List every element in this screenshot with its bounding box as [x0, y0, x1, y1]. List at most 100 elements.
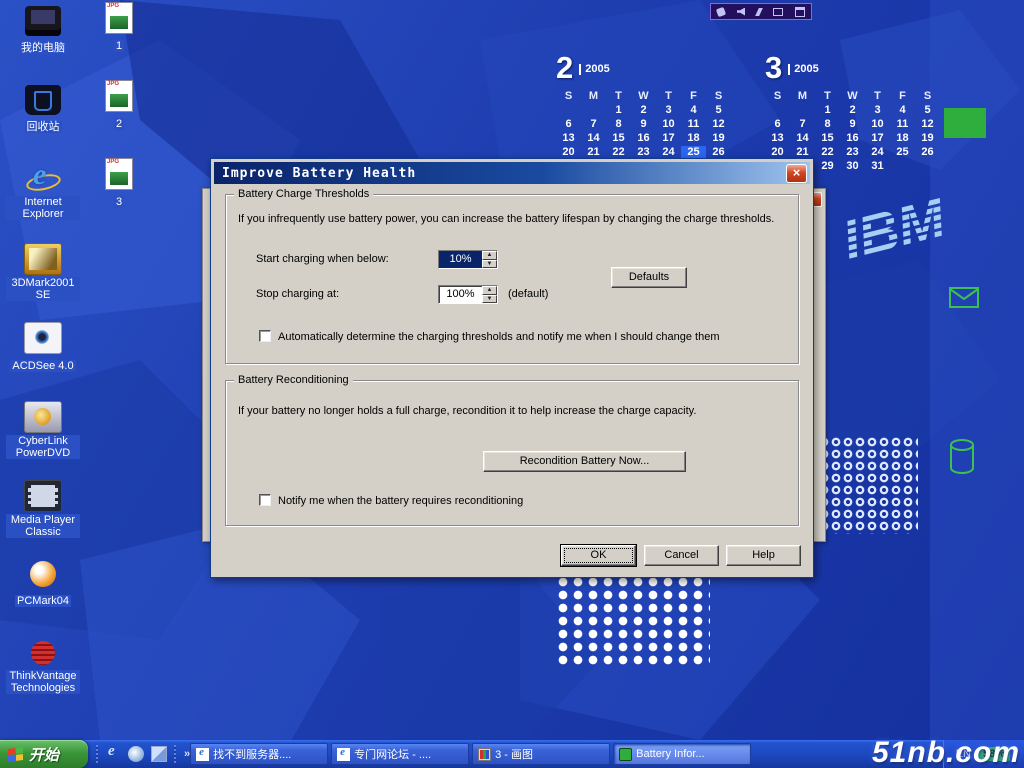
pcmark04-icon [25, 559, 61, 589]
calendar-day-header: T [656, 90, 681, 103]
desktop-icon-pcmark04[interactable]: PCMark04 [6, 559, 80, 638]
calendar-date: 17 [656, 132, 681, 145]
task-buttons: 找不到服务器....专门网论坛 - .... 3 - 画图 Battery Info… [190, 743, 943, 765]
threshold-group: Battery Charge Thresholds If you infrequ… [225, 194, 799, 364]
phone-icon[interactable] [716, 6, 726, 16]
notify-recondition-checkbox[interactable] [259, 494, 271, 506]
start-threshold-spinner[interactable]: 10% ▲▼ [438, 250, 498, 269]
calendar-day-header: T [606, 90, 631, 103]
dot-grid-solid [556, 576, 710, 668]
calendar-date: 1 [606, 104, 631, 117]
task-label: 3 - 画图 [495, 746, 533, 762]
task-forum[interactable]: 专门网论坛 - .... [331, 743, 469, 765]
calendar-icon[interactable] [795, 7, 805, 17]
desktop-widget-bar [710, 3, 812, 20]
file-type-label: JPG [107, 3, 119, 9]
desktop-file-1[interactable]: JPG 1 [94, 2, 144, 80]
calendar-date [581, 104, 606, 117]
calendar-year: 2005 [579, 64, 609, 75]
calendar-date: 2 [840, 104, 865, 117]
recondition-description: If your battery no longer holds a full c… [238, 405, 696, 417]
pen-icon[interactable] [755, 8, 763, 16]
dialog-titlebar[interactable]: Improve Battery Health × [214, 162, 810, 184]
task-paint[interactable]: 3 - 画图 [472, 743, 610, 765]
desktop-icon-powerdvd[interactable]: CyberLink PowerDVD [6, 401, 80, 480]
desktop-file-label: 1 [114, 40, 124, 52]
desktop-file-2[interactable]: JPG 2 [94, 80, 144, 158]
desktop-icon-label: ACDSee 4.0 [10, 360, 75, 372]
calendar-date: 17 [865, 132, 890, 145]
start-button[interactable]: 开始 [0, 740, 88, 768]
desktop-icon-thinkvantage[interactable]: ThinkVantage Technologies [6, 638, 80, 717]
file-type-label: JPG [107, 81, 119, 87]
calendar-date: 15 [606, 132, 631, 145]
calendar-date: 26 [915, 146, 940, 159]
quick-launch-separator [96, 745, 98, 763]
desktop-icon-mpc[interactable]: Media Player Classic [6, 480, 80, 559]
desktop-icon-internet-explorer[interactable]: Internet Explorer [6, 164, 80, 243]
start-threshold-value[interactable]: 10% [439, 251, 482, 268]
quick-launch [88, 745, 184, 763]
calendar-date: 10 [865, 118, 890, 131]
wallpaper-grid-icon [944, 108, 986, 138]
desktop-icon-acdsee[interactable]: ACDSee 4.0 [6, 322, 80, 401]
spin-up-icon[interactable]: ▲ [482, 286, 497, 295]
auto-threshold-checkbox-label[interactable]: Automatically determine the charging thr… [278, 331, 719, 343]
windows-flag-icon [8, 746, 23, 761]
spin-down-icon[interactable]: ▼ [482, 260, 497, 269]
recondition-group-label: Battery Reconditioning [234, 374, 353, 386]
recondition-button[interactable]: Recondition Battery Now... [483, 451, 686, 472]
notify-recondition-checkbox-label[interactable]: Notify me when the battery requires reco… [278, 495, 523, 507]
stop-threshold-value[interactable]: 100% [439, 286, 482, 303]
battery-health-dialog: Improve Battery Health × Battery Charge … [210, 158, 814, 578]
spin-up-icon[interactable]: ▲ [482, 251, 497, 260]
calendar-month-2: 22005SMTWTFS1234567891011121314151617181… [556, 52, 732, 173]
calendar-date: 18 [890, 132, 915, 145]
acdsee-icon [24, 322, 62, 354]
internet-explorer-icon [25, 164, 61, 194]
calendar-day-header: S [706, 90, 731, 103]
desktop-file-label: 2 [114, 118, 124, 130]
recondition-group: Battery Reconditioning If your battery n… [225, 380, 799, 526]
calendar-date: 7 [581, 118, 606, 131]
calendar-day-header: F [890, 90, 915, 103]
calendar-date: 29 [815, 160, 840, 173]
task-label: Battery Infor... [636, 748, 704, 760]
calendar-day-header: M [790, 90, 815, 103]
task-server[interactable]: 找不到服务器.... [190, 743, 328, 765]
help-button[interactable]: Help [726, 545, 801, 566]
ie-icon[interactable] [105, 746, 121, 762]
defaults-button[interactable]: Defaults [611, 267, 687, 288]
close-icon[interactable]: × [786, 164, 807, 183]
task-battery[interactable]: Battery Infor... [613, 743, 751, 765]
auto-threshold-checkbox[interactable] [259, 330, 271, 342]
volume-icon[interactable] [737, 8, 745, 16]
calendar-date: 1 [815, 104, 840, 117]
desktop-icon-recycle-bin[interactable]: 回收站 [6, 85, 80, 164]
spin-down-icon[interactable]: ▼ [482, 295, 497, 304]
my-computer-icon [25, 6, 61, 36]
calendar-date: 25 [890, 146, 915, 159]
calendar-date: 19 [915, 132, 940, 145]
calendar-date: 6 [556, 118, 581, 131]
calendar-date: 12 [915, 118, 940, 131]
show-desktop-icon[interactable] [151, 746, 167, 762]
start-charging-label: Start charging when below: [256, 253, 389, 265]
jpg-file-icon: JPG [105, 158, 133, 190]
display-icon[interactable] [773, 8, 783, 16]
calendar-date: 12 [706, 118, 731, 131]
calendar-month-number: 2 [556, 52, 573, 84]
desktop-icon-3dmark2001[interactable]: 3DMark2001 SE [6, 243, 80, 322]
desktop-file-3[interactable]: JPG3 [94, 158, 144, 236]
desktop-icon-my-computer[interactable]: 我的电脑 [6, 6, 80, 85]
cancel-button[interactable]: Cancel [644, 545, 719, 566]
thinkvantage-icon [25, 638, 61, 668]
calendar-date: 8 [606, 118, 631, 131]
battery-icon [619, 748, 632, 761]
ok-button[interactable]: OK [561, 545, 636, 566]
calendar-date: 6 [765, 118, 790, 131]
calendar-date: 19 [706, 132, 731, 145]
calendar-widget: 22005SMTWTFS1234567891011121314151617181… [556, 52, 941, 173]
media-player-icon[interactable] [128, 746, 144, 762]
stop-threshold-spinner[interactable]: 100% ▲▼ [438, 285, 498, 304]
